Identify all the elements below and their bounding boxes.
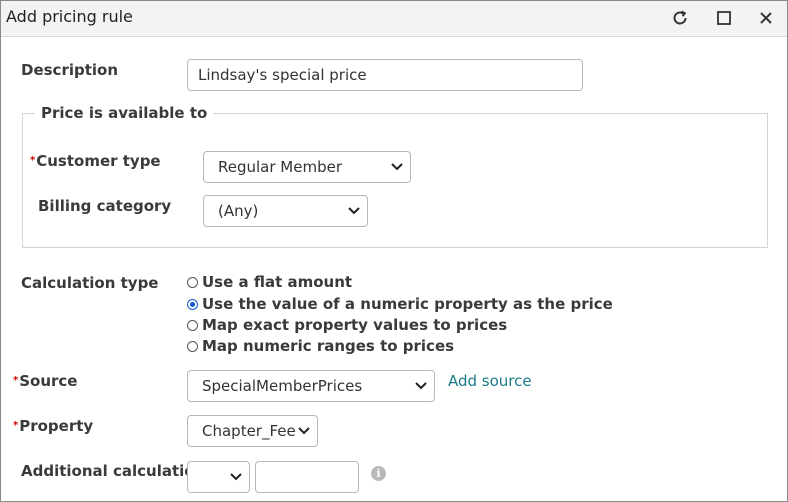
billing-category-select[interactable]: (Any) (203, 195, 368, 227)
required-asterisk: * (13, 420, 19, 431)
dialog-title: Add pricing rule (6, 7, 133, 26)
radio-button[interactable] (187, 340, 198, 352)
radio-button[interactable] (187, 319, 198, 331)
required-asterisk: * (13, 375, 19, 386)
source-label: *Source (13, 372, 78, 390)
dialog-window: Add pricing rule Description Price is av… (0, 0, 788, 502)
chevron-down-icon (230, 473, 242, 481)
chevron-down-icon (348, 207, 360, 215)
radio-button[interactable] (187, 276, 198, 288)
refresh-icon (673, 10, 687, 25)
chevron-down-icon (298, 427, 310, 435)
customer-type-value: Regular Member (218, 158, 342, 176)
additional-calculation-label: Additional calculation (21, 462, 206, 480)
customer-type-select[interactable]: Regular Member (203, 151, 411, 183)
operator-select[interactable] (187, 461, 250, 493)
description-input[interactable] (187, 59, 583, 91)
close-icon (760, 12, 772, 24)
maximize-icon (717, 11, 731, 25)
calc-option-flat-amount[interactable]: Use a flat amount (187, 272, 352, 292)
billing-category-label: Billing category (38, 197, 172, 215)
info-icon[interactable]: i (371, 466, 386, 481)
add-source-link[interactable]: Add source (448, 372, 532, 390)
calc-option-exact-values[interactable]: Map exact property values to prices (187, 315, 507, 335)
property-label: *Property (13, 417, 94, 435)
maximize-button[interactable] (712, 7, 736, 29)
close-button[interactable] (754, 7, 778, 29)
chevron-down-icon (391, 163, 403, 171)
description-label: Description (21, 61, 119, 79)
source-select[interactable]: SpecialMemberPrices (187, 370, 435, 402)
required-asterisk: * (30, 155, 36, 166)
source-value: SpecialMemberPrices (202, 377, 363, 395)
property-select[interactable]: Chapter_Fee (187, 415, 318, 447)
property-value: Chapter_Fee (202, 422, 296, 440)
title-bar: Add pricing rule (1, 1, 787, 37)
chevron-down-icon (415, 382, 427, 390)
customer-type-label: *Customer type (30, 152, 161, 170)
radio-button-checked[interactable] (187, 298, 198, 310)
refresh-button[interactable] (668, 7, 692, 29)
calc-option-numeric-ranges[interactable]: Map numeric ranges to prices (187, 336, 454, 356)
availability-legend: Price is available to (35, 104, 214, 122)
billing-category-value: (Any) (218, 202, 259, 220)
additional-amount-input[interactable] (255, 461, 359, 493)
calculation-type-label: Calculation type (21, 274, 159, 292)
calc-option-numeric-property[interactable]: Use the value of a numeric property as t… (187, 294, 613, 314)
